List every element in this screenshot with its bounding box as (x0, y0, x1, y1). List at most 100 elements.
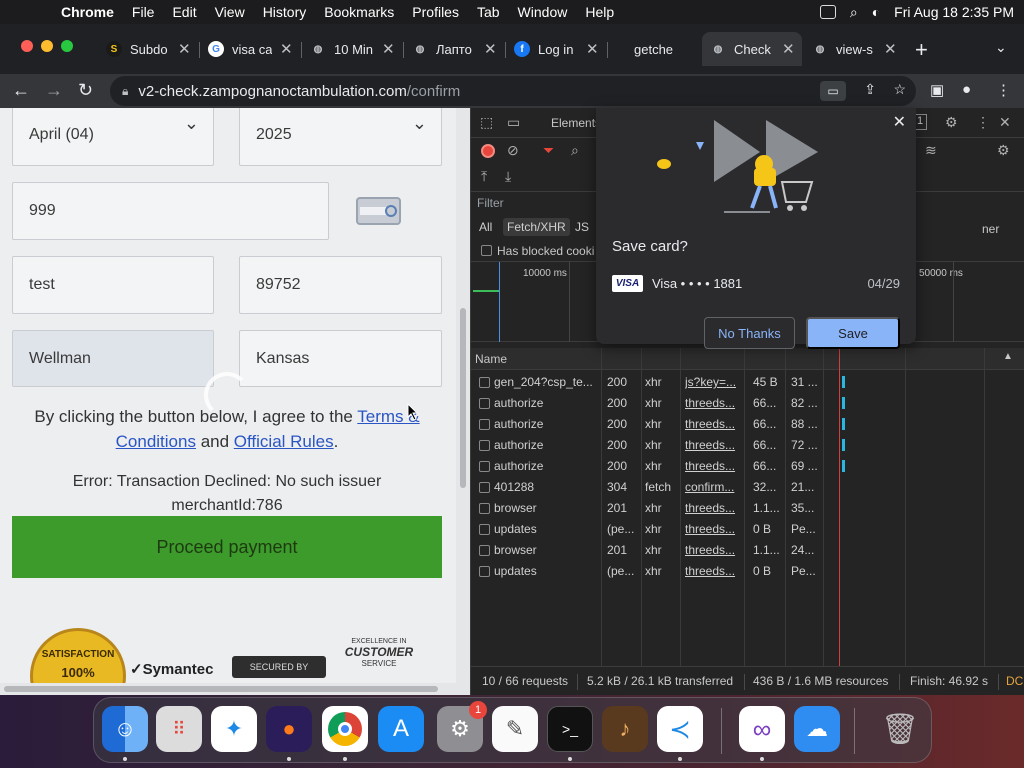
first-name-input[interactable]: test (12, 256, 214, 314)
reload-icon[interactable]: ↻ (78, 80, 93, 101)
row-checkbox[interactable] (479, 503, 490, 514)
state-input[interactable]: Kansas (239, 330, 442, 387)
network-request-row[interactable]: authorize 200 xhr threeds... 66... 88 ... (471, 414, 1024, 435)
tab-google-visa[interactable]: G visa ca ✕ (200, 32, 300, 66)
tab-subdomain[interactable]: S Subdo ✕ (98, 32, 198, 66)
menu-file[interactable]: File (123, 4, 164, 20)
cell-init[interactable]: threeds... (685, 501, 743, 515)
device-toolbar-icon[interactable]: ▭ (507, 114, 520, 131)
cell-init[interactable]: js?key=... (685, 375, 743, 389)
no-thanks-button[interactable]: No Thanks (704, 317, 795, 349)
menu-view[interactable]: View (206, 4, 254, 20)
tab-close-icon[interactable]: ✕ (586, 40, 599, 58)
new-tab-plus-icon[interactable]: + (915, 37, 928, 63)
chrome-icon[interactable] (322, 706, 368, 752)
row-checkbox[interactable] (479, 482, 490, 493)
row-checkbox[interactable] (479, 398, 490, 409)
cell-init[interactable]: threeds... (685, 438, 743, 452)
filter-funnel-icon[interactable]: ⏷ (543, 142, 554, 159)
back-arrow-icon[interactable]: ← (12, 80, 30, 101)
tab-view-source[interactable]: ◍ view-s ✕ (804, 32, 904, 66)
filter-input[interactable]: Filter (477, 196, 504, 210)
row-checkbox[interactable] (479, 524, 490, 535)
menu-app-name[interactable]: Chrome (52, 4, 123, 20)
save-button[interactable]: Save (806, 317, 900, 349)
dialog-close-icon[interactable]: ✕ (893, 112, 906, 132)
cell-init[interactable]: threeds... (685, 543, 743, 557)
export-har-icon[interactable]: ⤓ (505, 168, 511, 185)
network-request-row[interactable]: browser 201 xhr threeds... 1.1... 24... (471, 540, 1024, 561)
filter-fetch-xhr[interactable]: Fetch/XHR (503, 218, 570, 236)
network-request-row[interactable]: updates (pe... xhr threeds... 0 B Pe... (471, 561, 1024, 582)
settings-gear-icon[interactable]: ⚙ (945, 114, 958, 131)
menu-bookmarks[interactable]: Bookmarks (315, 4, 403, 20)
visual-studio-icon[interactable]: ∞ (739, 706, 785, 752)
network-request-row[interactable]: browser 201 xhr threeds... 1.1... 35... (471, 498, 1024, 519)
menubar-clock[interactable]: Fri Aug 18 2:35 PM (894, 4, 1014, 20)
devtools-more-icon[interactable]: ⋮ (976, 114, 990, 131)
proceed-payment-button[interactable]: Proceed payment (12, 516, 442, 578)
cell-init[interactable]: threeds... (685, 459, 743, 473)
app-store-icon[interactable]: A (378, 706, 424, 752)
row-checkbox[interactable] (479, 566, 490, 577)
filter-all[interactable]: All (475, 218, 496, 236)
sort-triangle-icon[interactable]: ▲ (1003, 351, 1013, 362)
menu-tab[interactable]: Tab (468, 4, 509, 20)
window-zoom-button[interactable] (61, 40, 73, 52)
textedit-icon[interactable]: ✎ (492, 706, 538, 752)
search-icon[interactable]: ⌕ (571, 142, 579, 159)
vscode-icon[interactable]: ≺ (657, 706, 703, 752)
zip-input[interactable]: 89752 (239, 256, 442, 314)
cell-init[interactable]: threeds... (685, 522, 743, 536)
page-vertical-scrollbar[interactable] (456, 108, 470, 694)
page-horizontal-scrollbar[interactable] (0, 683, 470, 695)
official-rules-link[interactable]: Official Rules (234, 432, 334, 451)
tab-close-icon[interactable]: ✕ (178, 40, 191, 58)
inspect-element-icon[interactable]: ⬚ (480, 114, 493, 131)
terminal-icon[interactable]: >_ (547, 706, 593, 752)
tab-check-active[interactable]: ◍ Check ✕ (702, 32, 802, 66)
menu-help[interactable]: Help (576, 4, 623, 20)
cell-init[interactable]: confirm... (685, 480, 743, 494)
launchpad-icon[interactable]: ⠿ (156, 706, 202, 752)
tab-close-icon[interactable]: ✕ (280, 40, 293, 58)
forward-arrow-icon[interactable]: → (45, 80, 63, 101)
control-center-icon[interactable]: ◐ (872, 4, 880, 20)
card-icon[interactable]: ▭ (820, 81, 846, 101)
city-input[interactable]: Wellman (12, 330, 214, 387)
cell-init[interactable]: threeds... (685, 564, 743, 578)
address-bar[interactable]: 🔒︎ v2-check.zampognanoctambulation.com /… (110, 76, 916, 106)
tab-close-icon[interactable]: ✕ (782, 40, 795, 58)
trash-icon[interactable]: 🗑︎ (877, 706, 923, 752)
row-checkbox[interactable] (479, 461, 490, 472)
cvv-input[interactable]: 999 (12, 182, 329, 240)
tab-getcheck[interactable]: getche (608, 32, 700, 66)
tab-elements[interactable]: Elements (551, 116, 601, 130)
blocked-cookies-checkbox[interactable] (481, 245, 492, 256)
filter-other[interactable]: ner (982, 222, 999, 236)
tab-close-icon[interactable]: ✕ (484, 40, 497, 58)
spotlight-search-icon[interactable]: ⌕ (850, 4, 858, 21)
year-select[interactable]: 2025 (239, 108, 442, 166)
column-name-header[interactable]: Name (475, 352, 507, 366)
network-settings-icon[interactable]: ⚙ (997, 142, 1010, 159)
more-menu-icon[interactable]: ⋮ (996, 81, 1011, 99)
window-close-button[interactable] (21, 40, 33, 52)
menu-profiles[interactable]: Profiles (403, 4, 468, 20)
import-har-icon[interactable]: ⤒ (481, 168, 487, 185)
network-request-row[interactable]: authorize 200 xhr threeds... 66... 82 ... (471, 393, 1024, 414)
tab-10-min[interactable]: ◍ 10 Min ✕ (302, 32, 402, 66)
tab-laptop[interactable]: ◍ Лапто ✕ (404, 32, 504, 66)
network-conditions-icon[interactable]: ≋ (925, 142, 937, 159)
tab-search-chevron-icon[interactable]: ⌄ (995, 39, 1007, 56)
clear-icon[interactable]: ⊘ (507, 142, 519, 159)
month-select[interactable]: April (04) (12, 108, 214, 166)
row-checkbox[interactable] (479, 545, 490, 556)
cell-init[interactable]: threeds... (685, 417, 743, 431)
bookmark-star-icon[interactable]: ☆ (893, 81, 906, 98)
menu-window[interactable]: Window (509, 4, 577, 20)
weather-icon[interactable]: ☁ (794, 706, 840, 752)
row-checkbox[interactable] (479, 377, 490, 388)
network-request-row[interactable]: updates (pe... xhr threeds... 0 B Pe... (471, 519, 1024, 540)
finder-icon[interactable]: ☺ (102, 706, 148, 752)
